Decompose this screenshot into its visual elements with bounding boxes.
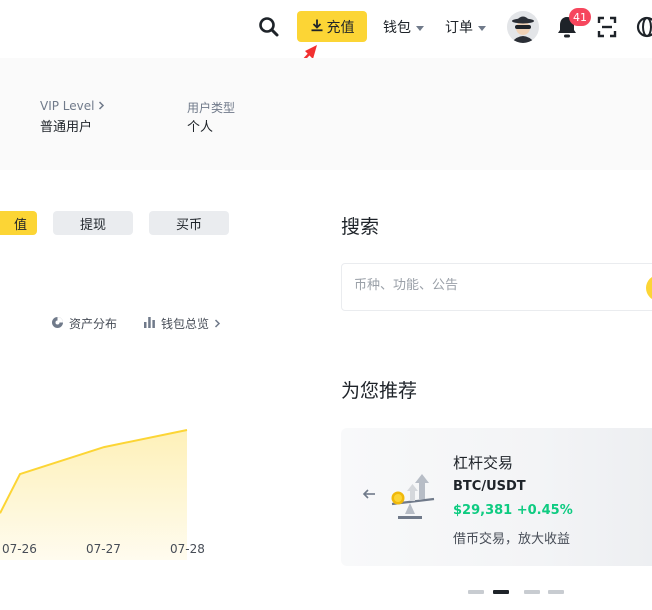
vip-level-link[interactable]: VIP Level [40,99,105,113]
chevron-right-icon [214,317,221,331]
carousel-dot[interactable] [524,590,540,594]
asset-distribution-label: 资产分布 [69,317,118,331]
chart-tick-label: 07-28 [170,542,205,556]
search-icon[interactable] [258,16,280,38]
margin-trading-icon [386,472,438,524]
carousel-dot[interactable] [468,590,484,594]
wallet-overview-label: 钱包总览 [161,317,210,331]
search-submit-button[interactable] [646,275,652,301]
arrow-left-icon[interactable] [361,486,377,502]
asset-trend-chart [0,429,188,560]
carousel-dot-active[interactable] [493,590,509,594]
wallet-overview-link[interactable]: 钱包总览 [143,315,221,332]
chevron-right-icon [98,99,105,113]
nav-orders[interactable]: 订单 [445,17,486,37]
vip-level-label: VIP Level [40,99,95,113]
notification-badge: 41 [569,8,591,26]
search-input[interactable] [354,278,634,293]
buy-crypto-button[interactable]: 买币 [149,211,229,235]
nav-orders-label: 订单 [445,20,473,36]
profile-summary: VIP Level 普通用户 用户类型 个人 [0,58,652,170]
withdraw-button[interactable]: 提现 [53,211,133,235]
download-icon [310,18,324,36]
asset-distribution-link[interactable]: 资产分布 [51,315,117,332]
recommend-heading: 为您推荐 [341,380,418,402]
caret-down-icon [416,25,424,31]
recommend-card[interactable]: 杠杆交易 BTC/USDT $29,381 +0.45% 借币交易，放大收益 [341,428,652,566]
search-heading: 搜索 [341,216,380,238]
chart-tick-label: 07-27 [86,542,121,556]
deposit-label: 充值 [326,19,355,36]
chart-tick-label: 07-26 [2,542,37,556]
search-box[interactable] [341,263,652,311]
wallet-deposit-button[interactable]: 值 [0,211,37,235]
carousel-dot[interactable] [548,590,564,594]
scan-icon[interactable] [597,16,617,38]
recommend-desc: 借币交易，放大收益 [453,532,571,547]
globe-icon[interactable] [636,16,652,38]
nav-wallet[interactable]: 钱包 [383,17,424,37]
user-type-label: 用户类型 [187,101,236,115]
pie-chart-icon [51,316,64,332]
vip-level-value: 普通用户 [40,120,93,135]
recommend-pair: BTC/USDT [453,479,526,494]
recommend-price: $29,381 +0.45% [453,503,573,518]
page: 充值 钱包 订单 41 VIP Level 普通用户 用户类型 个人 值 提现 … [0,0,652,610]
bar-chart-icon [143,316,156,331]
recommend-name: 杠杆交易 [453,454,514,472]
nav-wallet-label: 钱包 [383,20,411,36]
user-type-value: 个人 [187,120,214,135]
caret-down-icon [478,25,486,31]
avatar[interactable] [507,11,539,43]
top-nav: 充值 钱包 订单 41 [0,0,652,58]
